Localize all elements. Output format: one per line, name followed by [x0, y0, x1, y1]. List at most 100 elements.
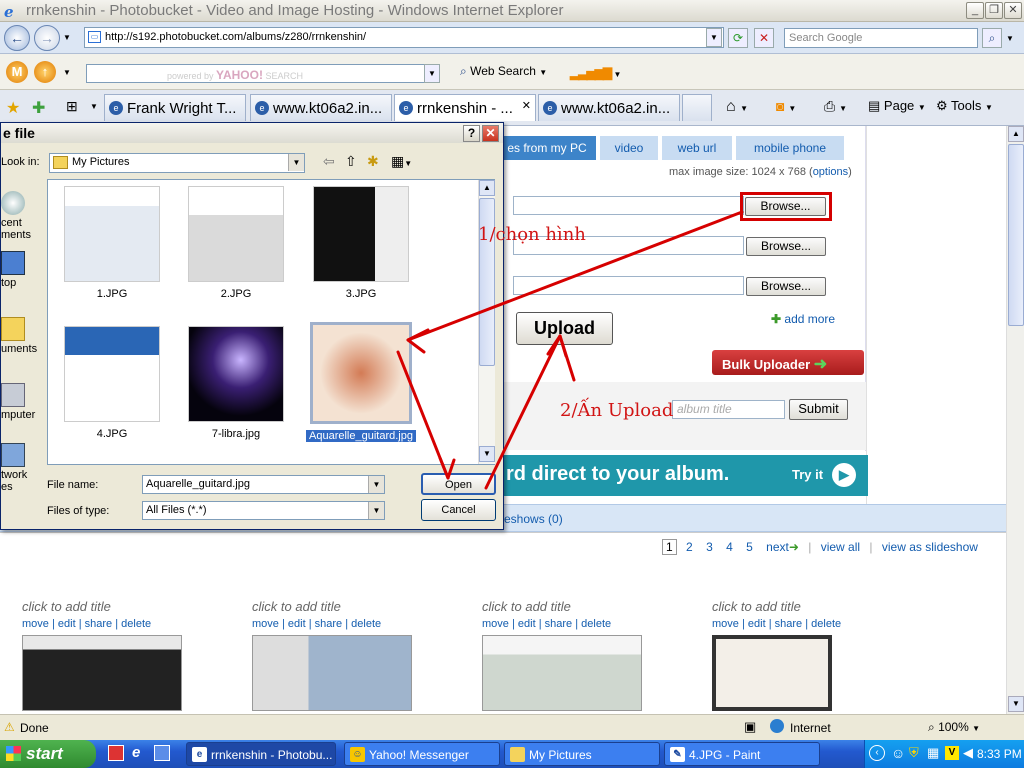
- next-link[interactable]: next: [766, 540, 789, 554]
- back-button[interactable]: ←: [4, 25, 30, 51]
- maximize-button[interactable]: ❐: [985, 2, 1003, 19]
- browse-button-2[interactable]: Browse...: [746, 237, 826, 256]
- item-thumbnail[interactable]: [22, 635, 182, 711]
- search-input[interactable]: Search Google: [784, 28, 978, 48]
- new-folder-icon[interactable]: ✱: [367, 153, 379, 170]
- task-paint[interactable]: ✎ 4.JPG - Paint: [664, 742, 820, 766]
- file-path-field-3[interactable]: [513, 276, 744, 295]
- minimize-button[interactable]: _: [966, 2, 984, 19]
- place-computer[interactable]: mputer: [1, 383, 41, 421]
- upload-button[interactable]: Upload: [516, 312, 613, 345]
- page-2[interactable]: 2: [686, 540, 693, 554]
- page-4[interactable]: 4: [726, 540, 733, 554]
- bulk-uploader-button[interactable]: Bulk Uploader ➜: [712, 350, 864, 375]
- back-folder-icon[interactable]: ⇦: [323, 153, 335, 170]
- tab-list-dropdown-icon[interactable]: ▼: [90, 102, 98, 111]
- file-item[interactable]: 7-libra.jpg: [188, 326, 291, 440]
- move-link[interactable]: move: [22, 618, 49, 630]
- open-button[interactable]: Open: [421, 473, 496, 495]
- up-folder-icon[interactable]: ⇧: [345, 153, 357, 170]
- move-link[interactable]: move: [712, 618, 739, 630]
- dialog-close-button[interactable]: ✕: [482, 125, 499, 142]
- help-button[interactable]: ?: [463, 125, 480, 142]
- quicklaunch-ie-icon[interactable]: e: [132, 744, 140, 761]
- tab-4[interactable]: e www.kt06a2.in...: [538, 94, 680, 121]
- view-all-link[interactable]: view all: [821, 540, 860, 554]
- share-link[interactable]: share: [775, 618, 803, 630]
- home-icon[interactable]: ⌂ ▼: [726, 98, 748, 116]
- browse-button-3[interactable]: Browse...: [746, 277, 826, 296]
- place-documents[interactable]: uments: [1, 317, 41, 355]
- address-dropdown-icon[interactable]: ▼: [706, 28, 722, 47]
- tab-3-active[interactable]: e rrnkenshin - ... ✕: [394, 94, 536, 121]
- options-link[interactable]: options: [813, 166, 848, 178]
- quick-tabs-icon[interactable]: ⊞: [66, 98, 78, 115]
- quicklaunch-app-icon[interactable]: [108, 745, 124, 761]
- tab-1[interactable]: e Frank Wright T...: [104, 94, 246, 121]
- cancel-button[interactable]: Cancel: [421, 499, 496, 521]
- delete-link[interactable]: delete: [351, 618, 381, 630]
- tray-speaker-icon[interactable]: ◀: [963, 745, 973, 761]
- file-path-field-1[interactable]: [513, 196, 744, 215]
- delete-link[interactable]: delete: [811, 618, 841, 630]
- tab-video[interactable]: video: [600, 136, 658, 160]
- file-list-scrollbar[interactable]: ▲ ▼: [478, 180, 495, 464]
- move-link[interactable]: move: [252, 618, 279, 630]
- look-in-select[interactable]: My Pictures ▼: [49, 153, 305, 173]
- close-window-button[interactable]: ✕: [1004, 2, 1022, 19]
- tab-web-url[interactable]: web url: [662, 136, 732, 160]
- views-menu-icon[interactable]: ▦▼: [391, 153, 412, 170]
- address-input[interactable]: ▭ http://s192.photobucket.com/albums/z28…: [84, 27, 724, 48]
- task-my-pictures[interactable]: My Pictures: [504, 742, 660, 766]
- move-link[interactable]: move: [482, 618, 509, 630]
- favorites-star-icon[interactable]: ★: [6, 98, 20, 118]
- yahoo-up-icon[interactable]: ↑: [34, 61, 56, 83]
- item-thumbnail[interactable]: [482, 635, 642, 711]
- tab-2[interactable]: e www.kt06a2.in...: [250, 94, 392, 121]
- new-tab-button[interactable]: [682, 94, 712, 121]
- tab-mobile-phone[interactable]: mobile phone: [736, 136, 844, 160]
- dialog-title-bar[interactable]: e file ? ✕: [1, 123, 503, 143]
- tray-expand-icon[interactable]: ‹: [869, 745, 885, 761]
- files-of-type-select[interactable]: All Files (*.*) ▼: [142, 501, 385, 520]
- search-options-icon[interactable]: ▼: [1006, 34, 1014, 43]
- yahoo-messenger-icon[interactable]: M: [6, 61, 28, 83]
- web-search-button[interactable]: ⌕ Web Search ▼: [460, 64, 547, 79]
- file-item[interactable]: 3.JPG: [313, 186, 416, 300]
- feeds-icon[interactable]: ◙ ▼: [776, 98, 796, 114]
- share-link[interactable]: share: [85, 618, 113, 630]
- window-title-bar[interactable]: e rrnkenshin - Photobucket - Video and I…: [0, 0, 1024, 22]
- share-link[interactable]: share: [315, 618, 343, 630]
- tray-messenger-icon[interactable]: ☺: [891, 745, 905, 761]
- edit-link[interactable]: edit: [58, 618, 76, 630]
- submit-button[interactable]: Submit: [789, 399, 848, 420]
- edit-link[interactable]: edit: [288, 618, 306, 630]
- signal-bars-icon[interactable]: ▂▃▅▆▇ ▼: [570, 66, 621, 80]
- close-tab-icon[interactable]: ✕: [522, 99, 531, 112]
- history-dropdown-icon[interactable]: ▼: [63, 33, 71, 42]
- scroll-down-arrow-icon[interactable]: ▼: [479, 446, 495, 462]
- item-title[interactable]: click to add title: [22, 599, 182, 614]
- page-3[interactable]: 3: [706, 540, 713, 554]
- task-photobucket[interactable]: e rrnkenshin - Photobu...: [186, 742, 336, 766]
- place-network[interactable]: twork es: [1, 443, 41, 493]
- edit-link[interactable]: edit: [748, 618, 766, 630]
- place-recent[interactable]: cent ments: [1, 191, 41, 241]
- tab-images-from-pc[interactable]: es from my PC: [498, 136, 596, 160]
- tray-v-icon[interactable]: V: [945, 746, 959, 760]
- share-link[interactable]: share: [545, 618, 573, 630]
- print-icon[interactable]: ⎙ ▼: [824, 98, 847, 115]
- yahoo-search-dropdown-icon[interactable]: ▼: [424, 64, 440, 83]
- file-name-input[interactable]: Aquarelle_guitard.jpg ▼: [142, 475, 385, 494]
- start-button[interactable]: start: [0, 740, 96, 768]
- scroll-thumb[interactable]: [1008, 144, 1024, 326]
- promo-banner[interactable]: rd direct to your album. Try it ▶: [498, 455, 868, 496]
- quicklaunch-desktop-icon[interactable]: [154, 745, 170, 761]
- item-thumbnail[interactable]: [252, 635, 412, 711]
- tools-menu[interactable]: ⚙ Tools ▼: [936, 98, 993, 114]
- tray-shield-icon[interactable]: ⛨: [909, 745, 919, 761]
- view-slideshow-link[interactable]: view as slideshow: [882, 540, 978, 554]
- album-title-input[interactable]: album title: [672, 400, 785, 419]
- search-icon[interactable]: ⌕: [982, 28, 1002, 48]
- yahoo-dropdown-icon[interactable]: ▼: [63, 68, 71, 77]
